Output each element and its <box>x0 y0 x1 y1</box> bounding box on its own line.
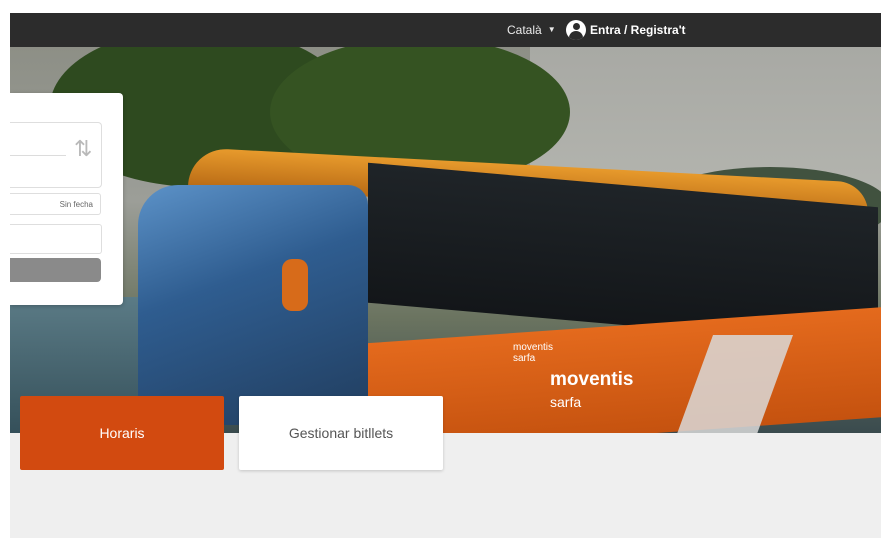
date-value: Sin fecha <box>59 199 93 209</box>
bus-mirror <box>282 259 308 311</box>
origin-destination-field[interactable]: ⇅ <box>10 122 102 188</box>
user-icon <box>566 20 586 40</box>
date-field[interactable]: Sin fecha <box>10 193 101 215</box>
search-form: ⇅ Sin fecha <box>10 93 123 305</box>
horaris-label: Horaris <box>99 425 145 441</box>
login-button[interactable]: Entra / Registra't <box>566 20 686 40</box>
horaris-button[interactable]: Horaris <box>20 396 224 470</box>
swap-icon[interactable]: ⇅ <box>74 138 92 160</box>
passengers-field[interactable] <box>10 224 102 254</box>
page-frame: Català ▼ Entra / Registra't moventis sarf… <box>10 13 881 538</box>
bus-logo: moventis sarfa <box>550 369 634 410</box>
bus-logo-small: moventis sarfa <box>513 342 554 364</box>
language-selector[interactable]: Català ▼ <box>507 23 556 37</box>
gestionar-label: Gestionar bitllets <box>288 425 394 441</box>
login-label: Entra / Registra't <box>590 23 686 37</box>
bus-image <box>128 147 881 433</box>
caret-down-icon: ▼ <box>547 25 556 34</box>
divider <box>10 155 66 156</box>
search-button[interactable] <box>10 258 101 282</box>
gestionar-bitllets-button[interactable]: Gestionar bitllets <box>239 396 443 470</box>
hero-image: moventis sarfa moventis sarfa <box>10 47 881 433</box>
top-bar: Català ▼ Entra / Registra't <box>10 13 881 47</box>
language-label: Català <box>507 23 542 37</box>
